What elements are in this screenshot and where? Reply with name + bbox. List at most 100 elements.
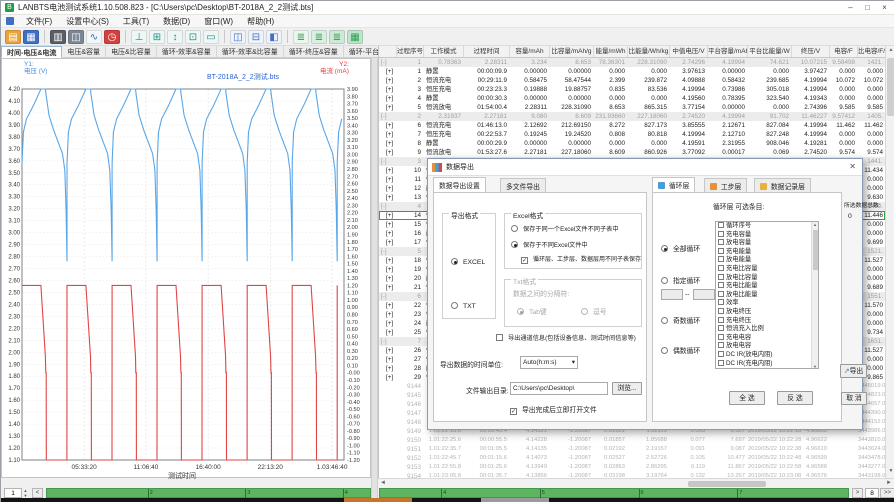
vertical-scroll-thumb[interactable] (887, 58, 894, 116)
alarm-icon[interactable]: ◷ (104, 30, 120, 44)
expand-icon[interactable]: [+] (379, 175, 397, 184)
expand-icon[interactable]: [+] (379, 220, 397, 229)
radio-all-cycles[interactable]: 全部循环 (661, 243, 700, 253)
expand-icon[interactable]: [+] (379, 310, 397, 319)
chart-tab-4[interactable]: 循环-效率&比容量 (217, 46, 284, 58)
menu-item-4[interactable]: 窗口(W) (197, 16, 240, 27)
cycle-item-2[interactable]: 放电容量 (716, 239, 818, 248)
dialog-title-bar[interactable]: 数据导出 ✕ (428, 159, 862, 176)
expand-icon[interactable]: [+] (379, 346, 397, 355)
collapse-icon[interactable]: [-] (379, 157, 397, 166)
expand-icon[interactable]: [+] (379, 76, 397, 85)
zoom-extents-icon[interactable]: ⊞ (149, 30, 165, 44)
list-channels-icon[interactable]: ≣ (293, 30, 309, 44)
radio-odd-cycles[interactable]: 奇数循环 (661, 315, 700, 325)
close-button[interactable]: × (876, 1, 893, 14)
select-all-button[interactable]: 全 选 (729, 391, 765, 405)
table-row[interactable]: [+]7恒压充电00:22:53.70.1924519.245200.80880… (379, 130, 885, 139)
radio-diff-file[interactable]: 保存于不同Excel文件中 (511, 240, 588, 249)
table-row[interactable]: [+]4静置00:00:30.30.000000.000000.0000.000… (379, 94, 885, 103)
column-header-7[interactable]: 比能量/Wh/kg (628, 46, 670, 57)
cycle-item-12[interactable]: 恒流充入比例 (716, 325, 818, 334)
table-row[interactable]: 91501.01:22:25.600:00:55.54.14228-1.2008… (379, 436, 885, 445)
list-grid-icon[interactable]: ▦ (347, 30, 363, 44)
chart-plot[interactable]: 4.204.104.003.903.803.703.603.503.403.30… (2, 59, 372, 479)
cycle-item-15[interactable]: DC IR(放电内阻) (716, 351, 818, 360)
cycle-item-4[interactable]: 放电能量 (716, 256, 818, 265)
table-row[interactable]: 91521.01:22:45.700:01:15.64.14073-1.2008… (379, 454, 885, 463)
output-dir-input[interactable]: C:\Users\pc\Desktop\ (510, 382, 608, 395)
minimize-button[interactable]: – (842, 1, 859, 14)
list-records-icon[interactable]: ≣ (329, 30, 345, 44)
tile-horizontal-icon[interactable]: ⊟ (248, 30, 264, 44)
list-scrollbar[interactable]: ▲ ▼ (811, 222, 818, 368)
table-row[interactable]: [+]9恒流放电01:53:27.62.27181227.180608.6098… (379, 148, 885, 157)
tab-step-layer[interactable]: 工步层 (704, 178, 747, 192)
panel-splitter[interactable] (371, 58, 378, 498)
collapse-icon[interactable]: [-] (379, 247, 397, 256)
cycle-item-16[interactable]: DC IR(充电内阻) (716, 360, 818, 369)
table-row[interactable]: [+]5恒流放电01:54:00.42.28311228.310908.6538… (379, 103, 885, 112)
expand-icon[interactable]: [+] (379, 238, 397, 247)
chart-edit-icon[interactable]: ∿ (86, 30, 102, 44)
save-icon[interactable]: ▦ (23, 30, 39, 44)
radio-same-file[interactable]: 保存于同一个Excel文件不同子表中 (511, 224, 619, 233)
cycle-item-5[interactable]: 充电比容量 (716, 265, 818, 274)
expand-icon[interactable]: [+] (379, 130, 397, 139)
expand-icon[interactable]: [+] (379, 274, 397, 283)
chart-page-spinner-arrows[interactable]: ▲▼ (22, 488, 29, 498)
cycle-range-start-input[interactable] (661, 289, 683, 300)
table-page-spinner[interactable]: 8 (865, 488, 879, 498)
browse-button[interactable]: 浏览... (612, 382, 642, 395)
table-nav-next-button[interactable]: > (852, 488, 863, 498)
menu-item-1[interactable]: 设置中心(S) (59, 16, 116, 27)
column-header-6[interactable]: 能量/mWh (594, 46, 628, 57)
column-header-8[interactable]: 中值电压/V (670, 46, 708, 57)
column-header-0[interactable] (379, 46, 397, 57)
expand-icon[interactable]: [+] (379, 193, 397, 202)
expand-icon[interactable]: [+] (379, 301, 397, 310)
horizontal-scroll-thumb[interactable] (688, 481, 766, 487)
chart-nav-prev-button[interactable]: < (32, 488, 43, 498)
invert-selection-button[interactable]: 反 选 (777, 391, 813, 405)
expand-icon[interactable]: [+] (379, 148, 397, 157)
cycle-item-0[interactable]: 循环序号 (716, 222, 818, 231)
radio-tab-key[interactable]: Tab键 (517, 306, 547, 316)
menu-item-5[interactable]: 帮助(H) (240, 16, 281, 27)
column-header-11[interactable]: 终压/V (792, 46, 830, 57)
list-scroll-thumb[interactable] (813, 230, 818, 270)
expand-icon[interactable]: [+] (379, 103, 397, 112)
collapse-icon[interactable]: [-] (379, 337, 397, 346)
expand-icon[interactable]: [+] (379, 121, 397, 130)
axis-default-icon[interactable]: ⊥ (131, 30, 147, 44)
checkbox-separate-sheets[interactable]: ✓ 循环层、工步层、数据层用不同子表保存 (521, 254, 641, 264)
collapse-icon[interactable]: [-] (379, 292, 397, 301)
pan-icon[interactable]: ▭ (203, 30, 219, 44)
chart-nav-slider[interactable]: 234 (46, 488, 371, 498)
list-scroll-down-icon[interactable]: ▼ (813, 364, 817, 369)
copy-icon[interactable]: ◫ (68, 30, 84, 44)
checkbox-channel-info[interactable]: 导出通道信息(包括设备信息、测试时间信息等) (496, 333, 636, 342)
column-header-9[interactable]: 平台容量/mAh (708, 46, 748, 57)
tab-export-settings[interactable]: 数据导出设置 (433, 177, 486, 192)
tile-vertical-icon[interactable]: ◫ (230, 30, 246, 44)
cycle-item-9[interactable]: 效率 (716, 299, 818, 308)
cycle-item-1[interactable]: 充电容量 (716, 231, 818, 240)
cycle-items-list[interactable]: 循环序号充电容量放电容量充电能量放电能量充电比容量放电比容量充电比能量放电比能量… (715, 221, 819, 369)
expand-icon[interactable]: [+] (379, 355, 397, 364)
table-row[interactable]: 91531.01:22:55.800:01:25.64.13949-1.2008… (379, 463, 885, 472)
expand-icon[interactable]: [+] (379, 184, 397, 193)
scroll-up-icon[interactable]: ▲ (886, 46, 894, 56)
dialog-close-icon[interactable]: ✕ (849, 162, 856, 171)
table-nav-slider[interactable]: 4567 (379, 488, 849, 498)
expand-icon[interactable]: [+] (379, 67, 397, 76)
chart-tab-1[interactable]: 电压&容量 (62, 46, 106, 58)
radio-specified-cycles[interactable]: 指定循环 (661, 275, 700, 285)
menu-item-2[interactable]: 工具(T) (116, 16, 156, 27)
chart-page-spinner[interactable]: 1 (4, 488, 22, 498)
tab-cycle-layer[interactable]: 循环层 (652, 177, 695, 192)
radio-excel[interactable]: EXCEL (451, 258, 485, 266)
horizontal-scrollbar[interactable]: ◄ ► (378, 478, 894, 488)
radio-even-cycles[interactable]: 偶数循环 (661, 345, 700, 355)
column-header-10[interactable]: 平台比能量/W (748, 46, 792, 57)
